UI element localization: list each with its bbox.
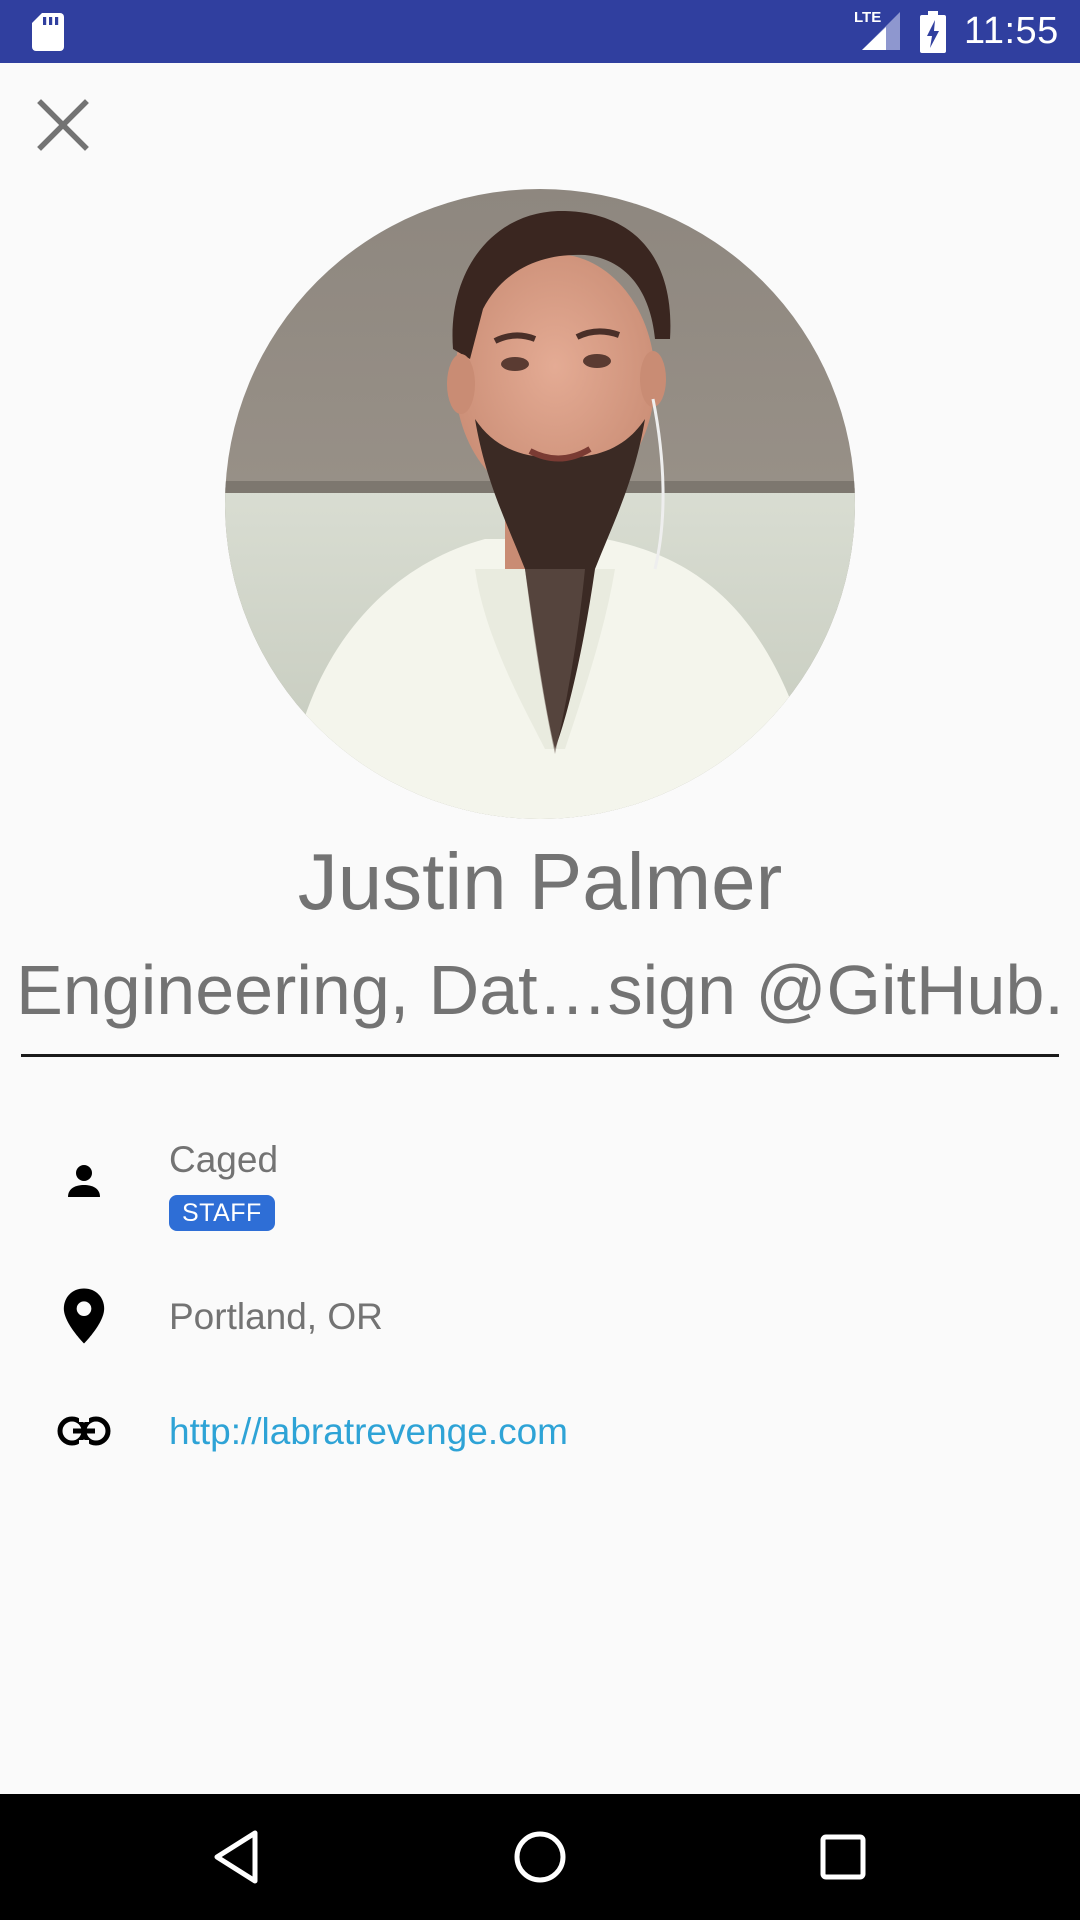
- home-icon: [514, 1831, 566, 1883]
- network-label: LTE: [854, 9, 882, 26]
- close-icon: [37, 99, 89, 151]
- nav-bar: [0, 1794, 1080, 1920]
- location-pin-icon: [54, 1286, 114, 1346]
- avatar-photo: [225, 189, 855, 819]
- profile-name: Justin Palmer: [297, 837, 783, 926]
- signal-icon: LTE: [850, 10, 902, 52]
- location-text: Portland, OR: [169, 1296, 383, 1337]
- sd-card-icon: [32, 13, 64, 51]
- back-button[interactable]: [196, 1817, 276, 1897]
- divider: [21, 1054, 1059, 1057]
- staff-badge: STAFF: [169, 1195, 275, 1231]
- recents-button[interactable]: [803, 1817, 883, 1897]
- company-name: Caged: [169, 1139, 279, 1180]
- status-bar: LTE 11:55: [0, 0, 1080, 63]
- link-icon: [54, 1401, 114, 1461]
- recents-icon: [820, 1834, 866, 1880]
- battery-charging-icon: [920, 11, 946, 53]
- website-link[interactable]: http://labratrevenge.com: [169, 1408, 568, 1456]
- status-time: 11:55: [964, 10, 1059, 52]
- back-icon: [214, 1830, 258, 1884]
- avatar: [225, 189, 855, 819]
- home-button[interactable]: [500, 1817, 580, 1897]
- profile-bio: Engineering, Dat…sign @GitHub.: [16, 951, 1064, 1029]
- close-button[interactable]: [30, 92, 96, 158]
- person-icon: [54, 1151, 114, 1211]
